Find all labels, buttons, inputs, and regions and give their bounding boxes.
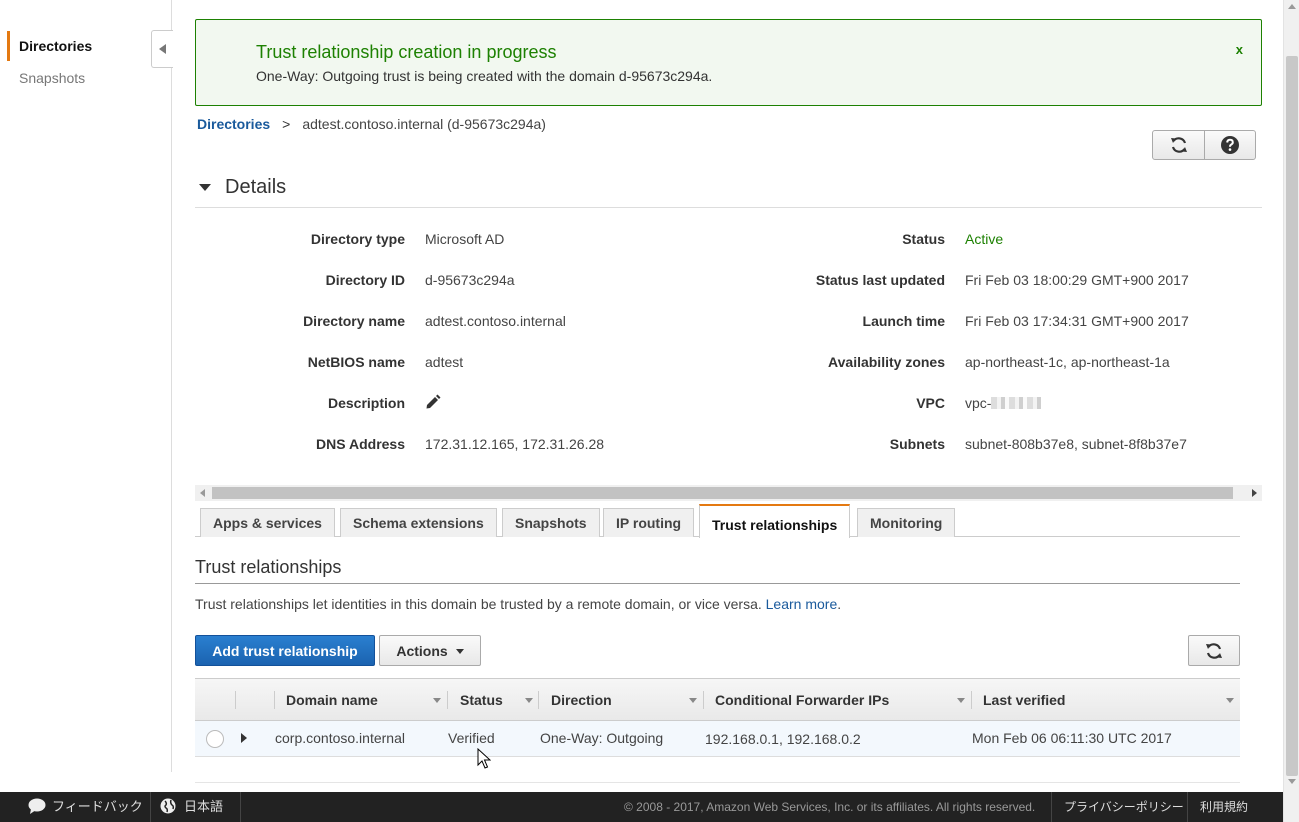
- detail-dns-address-value: 172.31.12.165, 172.31.26.28: [425, 436, 605, 452]
- flash-title: Trust relationship creation in progress: [256, 42, 557, 62]
- tab-bar: Apps & services Schema extensions Snapsh…: [195, 504, 1240, 538]
- tab-apps-services[interactable]: Apps & services: [200, 508, 335, 537]
- chevron-down-icon: [455, 649, 464, 654]
- horizontal-scrollbar[interactable]: [195, 485, 1262, 501]
- cell-last-verified: Mon Feb 06 06:11:30 UTC 2017: [972, 730, 1172, 746]
- actions-dropdown-button[interactable]: Actions: [379, 635, 481, 666]
- breadcrumb-directories-link[interactable]: Directories: [197, 116, 270, 132]
- expand-icon[interactable]: [241, 733, 247, 743]
- tab-monitoring[interactable]: Monitoring: [857, 508, 956, 537]
- column-header-last-verified[interactable]: Last verified: [973, 679, 1065, 720]
- trust-table-header: Domain name Status Direction Conditional…: [195, 678, 1240, 721]
- detail-subnets-value: subnet-808b37e8, subnet-8f8b37e7: [965, 436, 1187, 452]
- row-select-radio[interactable]: [206, 730, 224, 748]
- language-selector[interactable]: 日本語: [160, 792, 223, 822]
- learn-more-link[interactable]: Learn more: [766, 596, 838, 612]
- tab-snapshots[interactable]: Snapshots: [502, 508, 600, 537]
- speech-bubble-icon: [28, 798, 46, 814]
- scroll-up-arrow-icon[interactable]: [1288, 4, 1296, 9]
- trust-section-title: Trust relationships: [195, 557, 342, 577]
- section-divider: [195, 583, 1240, 584]
- flash-close-button[interactable]: x: [1236, 42, 1243, 57]
- redacted-vpc-id: [991, 397, 1042, 409]
- details-title: Details: [225, 176, 287, 198]
- flash-message: Trust relationship creation in progress …: [195, 19, 1262, 106]
- tab-trust-relationships[interactable]: Trust relationships: [699, 504, 851, 538]
- refresh-button[interactable]: [1153, 131, 1204, 159]
- sort-icon[interactable]: [957, 698, 965, 703]
- feedback-link[interactable]: フィードバック: [28, 792, 143, 822]
- detail-launch-time-value: Fri Feb 03 17:34:31 GMT+900 2017: [965, 313, 1189, 329]
- terms-link[interactable]: 利用規約: [1200, 792, 1248, 822]
- trust-section-description: Trust relationships let identities in th…: [195, 596, 842, 612]
- breadcrumb: Directories > adtest.contoso.internal (d-9…: [197, 116, 546, 132]
- detail-directory-name-value: adtest.contoso.internal: [425, 313, 566, 329]
- detail-availability-zones-value: ap-northeast-1c, ap-northeast-1a: [965, 354, 1170, 370]
- actions-label: Actions: [396, 642, 448, 659]
- column-divider: [703, 691, 704, 709]
- vertical-scrollbar[interactable]: [1283, 0, 1299, 822]
- breadcrumb-separator: >: [282, 116, 291, 132]
- detail-status-value: Active: [965, 231, 1004, 247]
- scroll-left-arrow-icon[interactable]: [200, 489, 205, 497]
- sidebar-collapse-button[interactable]: [151, 30, 173, 68]
- scrollbar-thumb[interactable]: [1286, 56, 1298, 776]
- table-refresh-button[interactable]: [1188, 635, 1240, 666]
- column-header-status[interactable]: Status: [450, 679, 503, 720]
- tab-schema-extensions[interactable]: Schema extensions: [340, 508, 497, 537]
- detail-directory-id-value: d-95673c294a: [425, 272, 515, 288]
- copyright-text: © 2008 - 2017, Amazon Web Services, Inc.…: [624, 800, 1036, 814]
- detail-netbios-name-value: adtest: [425, 354, 464, 370]
- detail-directory-type-value: Microsoft AD: [425, 231, 505, 247]
- detail-vpc-value: vpc-: [965, 395, 1042, 411]
- mouse-cursor-icon: [477, 748, 491, 769]
- column-divider: [971, 691, 972, 709]
- footer-divider: [240, 792, 241, 822]
- footer-divider: [150, 792, 151, 822]
- breadcrumb-current: adtest.contoso.internal (d-95673c294a): [302, 116, 546, 132]
- footer: フィードバック 日本語 © 2008 - 2017, Amazon Web Se…: [0, 792, 1283, 822]
- sort-icon[interactable]: [689, 698, 697, 703]
- flash-text: One-Way: Outgoing trust is being created…: [256, 68, 713, 84]
- refresh-icon: [1170, 137, 1187, 153]
- table-row[interactable]: corp.contoso.internal Verified One-Way: …: [195, 721, 1240, 757]
- edit-description-button[interactable]: [425, 394, 441, 413]
- cell-domain-name: corp.contoso.internal: [275, 730, 405, 746]
- scroll-down-arrow-icon[interactable]: [1288, 779, 1296, 784]
- cell-forwarder-ips: 192.168.0.1, 192.168.0.2: [705, 731, 861, 747]
- globe-icon: [160, 798, 176, 814]
- sidebar: Directories Snapshots: [0, 0, 172, 772]
- caret-down-icon: [199, 184, 211, 191]
- details-section-header[interactable]: Details: [195, 172, 1262, 208]
- footer-divider: [1187, 792, 1188, 822]
- help-button[interactable]: [1204, 131, 1255, 159]
- page-toolbar: [1152, 130, 1256, 160]
- privacy-policy-link[interactable]: プライバシーポリシー: [1064, 792, 1184, 822]
- refresh-icon: [1206, 642, 1222, 659]
- column-header-conditional-forwarder-ips[interactable]: Conditional Forwarder IPs: [705, 679, 889, 720]
- tab-ip-routing[interactable]: IP routing: [603, 508, 695, 537]
- footer-divider: [1051, 792, 1052, 822]
- column-divider: [538, 691, 539, 709]
- cell-direction: One-Way: Outgoing: [540, 730, 664, 746]
- help-icon: [1221, 136, 1239, 154]
- sort-icon[interactable]: [433, 698, 441, 703]
- scroll-right-arrow-icon[interactable]: [1252, 489, 1257, 497]
- column-divider: [274, 691, 275, 709]
- chevron-left-icon: [158, 44, 166, 54]
- sidebar-item-directories[interactable]: Directories: [7, 31, 157, 61]
- add-trust-relationship-button[interactable]: Add trust relationship: [195, 635, 375, 666]
- sort-icon[interactable]: [525, 698, 533, 703]
- column-divider: [235, 691, 236, 709]
- sort-icon[interactable]: [1226, 698, 1234, 703]
- content-bottom-divider: [195, 782, 1240, 783]
- scrollbar-thumb[interactable]: [212, 487, 1233, 499]
- detail-status-last-updated-value: Fri Feb 03 18:00:29 GMT+900 2017: [965, 272, 1189, 288]
- pencil-icon: [426, 394, 441, 409]
- sidebar-item-snapshots[interactable]: Snapshots: [7, 63, 157, 93]
- column-divider: [447, 691, 448, 709]
- column-header-domain-name[interactable]: Domain name: [276, 679, 378, 720]
- column-header-direction[interactable]: Direction: [541, 679, 612, 720]
